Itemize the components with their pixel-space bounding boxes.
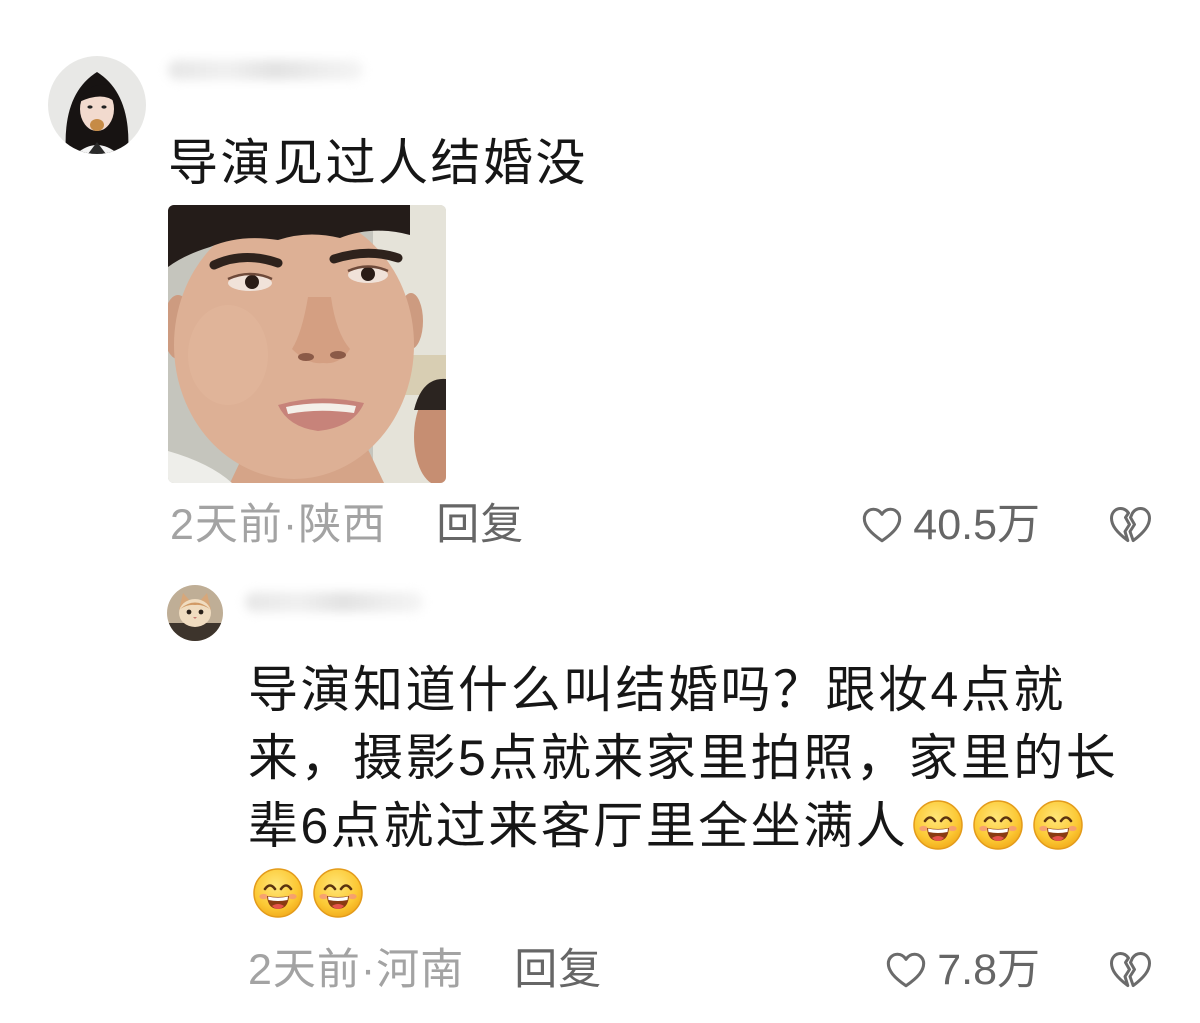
avatar-photo xyxy=(167,585,223,641)
broken-heart-icon[interactable] xyxy=(1108,505,1152,545)
like-count: 7.8万 xyxy=(937,946,1040,994)
reply-meta-row: 2天前·河南 回复 xyxy=(248,945,602,995)
like-count: 40.5万 xyxy=(913,501,1040,549)
grinning-face-icon xyxy=(1032,799,1084,851)
grinning-face-icon xyxy=(972,799,1024,851)
commenter-avatar[interactable] xyxy=(48,56,146,154)
comment-meta-row: 2天前·陕西 回复 xyxy=(170,500,524,550)
grinning-face-icon xyxy=(252,867,304,919)
replier-avatar[interactable] xyxy=(167,585,223,641)
like-button[interactable]: 40.5万 xyxy=(861,500,1040,550)
reply-button[interactable]: 回复 xyxy=(436,500,524,550)
broken-heart-icon[interactable] xyxy=(1108,950,1152,990)
grinning-face-icon xyxy=(912,799,964,851)
comment-time-location: 2天前·陕西 xyxy=(170,501,387,549)
comment-text: 导演见过人结婚没 xyxy=(168,135,588,191)
grinning-face-icon xyxy=(312,867,364,919)
reply-text-block: 导演知道什么叫结婚吗？跟妆4点就来，摄影5点就来家里拍照，家里的长辈6点就过来客… xyxy=(248,656,1133,928)
like-button[interactable]: 7.8万 xyxy=(885,945,1040,995)
username-redacted[interactable] xyxy=(168,60,363,80)
heart-outline-icon xyxy=(885,950,927,990)
meme-photo xyxy=(168,205,446,483)
avatar-photo xyxy=(48,56,146,154)
reply-time-location: 2天前·河南 xyxy=(248,946,465,994)
comment-image[interactable] xyxy=(168,205,446,483)
heart-outline-icon xyxy=(861,505,903,545)
username-redacted[interactable] xyxy=(245,592,423,612)
reply-button[interactable]: 回复 xyxy=(514,945,602,995)
